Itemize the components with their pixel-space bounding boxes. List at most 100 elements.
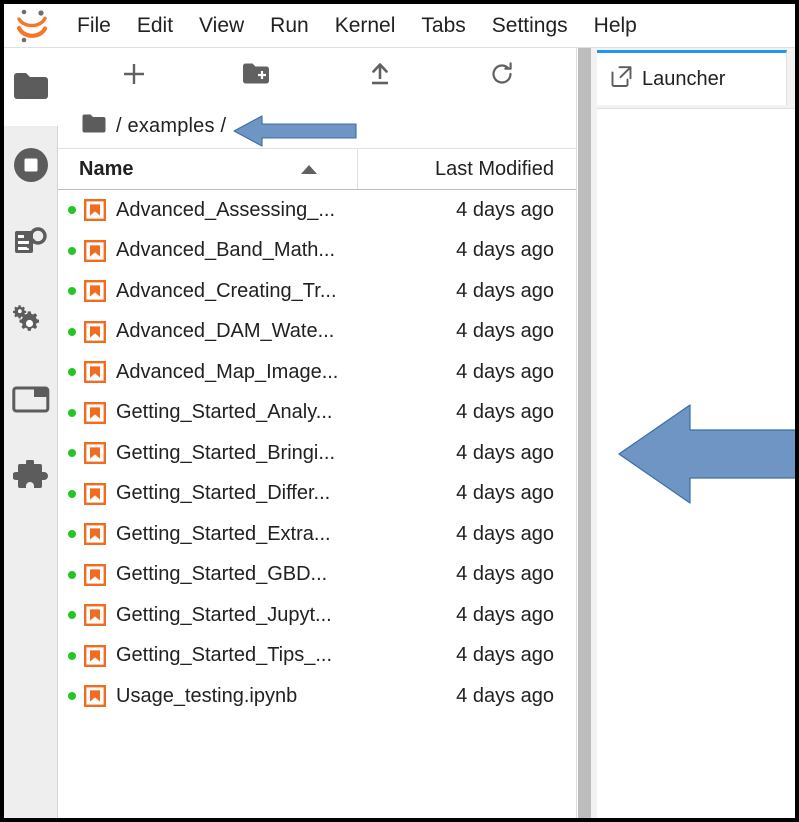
file-last-modified: 4 days ago [456,522,554,545]
kernel-running-dot [68,611,76,620]
file-last-modified: 4 days ago [456,320,554,343]
column-header-last-modified-label: Last Modified [435,157,554,180]
file-name: Getting_Started_Bringi... [116,441,336,464]
refresh-icon [489,61,515,92]
kernel-running-dot [68,449,76,458]
main-dock-area: Launcher [591,48,795,818]
breadcrumb-path[interactable]: / examples / [116,115,226,138]
file-list-item[interactable]: Getting_Started_Differ... 4 days ago [58,474,576,515]
sidebar-item-property-inspector[interactable] [4,282,58,360]
notebook-icon [84,563,107,586]
file-name: Getting_Started_Extra... [116,522,331,545]
file-list-item[interactable]: Getting_Started_GBD... 4 days ago [58,555,576,596]
file-last-modified: 4 days ago [456,441,554,464]
menu-item-kernel[interactable]: Kernel [322,11,409,40]
file-name: Getting_Started_GBD... [116,563,328,586]
notebook-icon [84,401,107,424]
notebook-icon [84,199,107,222]
kernel-running-dot [68,692,76,701]
folder-icon[interactable] [82,114,106,138]
notebook-icon [84,604,107,627]
jupyterlab-window: File Edit View Run Kernel Tabs Settings … [4,4,795,818]
file-last-modified: 4 days ago [456,644,554,667]
puzzle-icon [13,460,49,494]
sidebar-item-running-sessions[interactable] [4,126,58,204]
file-last-modified: 4 days ago [456,684,554,707]
menu-bar: File Edit View Run Kernel Tabs Settings … [4,4,795,48]
menu-item-settings[interactable]: Settings [479,11,581,40]
menu-item-edit[interactable]: Edit [124,11,186,40]
notebook-icon [84,644,107,667]
column-header-name[interactable]: Name [58,149,358,189]
file-list-item[interactable]: Advanced_Map_Image... 4 days ago [58,352,576,393]
search-code-icon [13,226,49,260]
kernel-running-dot [68,489,76,498]
sidebar-item-file-browser[interactable] [4,48,58,126]
sidebar-item-extension-manager[interactable] [4,438,58,516]
file-list-item[interactable]: Getting_Started_Extra... 4 days ago [58,514,576,555]
menu-item-tabs[interactable]: Tabs [408,11,478,40]
file-name: Getting_Started_Analy... [116,401,333,424]
tab-launcher[interactable]: Launcher [597,50,787,105]
sidebar-item-open-tabs[interactable] [4,360,58,438]
kernel-running-dot [68,327,76,336]
plus-icon [121,61,147,92]
kernel-running-dot [68,246,76,255]
file-list-item[interactable]: Advanced_Band_Math... 4 days ago [58,231,576,272]
panel-splitter[interactable] [578,48,591,818]
dock-tab-bar: Launcher [591,48,795,105]
upload-files-button[interactable] [330,56,430,96]
menu-items-container: File Edit View Run Kernel Tabs Settings … [64,4,650,48]
file-last-modified: 4 days ago [456,603,554,626]
menu-item-run[interactable]: Run [257,11,322,40]
stop-circle-icon [12,146,50,184]
file-list-item[interactable]: Advanced_DAM_Wate... 4 days ago [58,312,576,353]
kernel-running-dot [68,530,76,539]
column-header-last-modified[interactable]: Last Modified [358,149,576,189]
sort-ascending-icon [301,164,317,174]
menu-item-help[interactable]: Help [581,11,650,40]
launcher-content-area [597,108,795,818]
file-browser-toolbar [58,48,576,104]
new-folder-button[interactable] [206,56,306,96]
new-folder-icon [242,62,270,91]
tab-launcher-label: Launcher [642,67,726,90]
file-name: Advanced_Map_Image... [116,360,339,383]
file-list-item[interactable]: Getting_Started_Analy... 4 days ago [58,393,576,434]
file-name: Advanced_Band_Math... [116,239,336,262]
sidebar-icon-rail [4,48,58,818]
notebook-icon [84,361,107,384]
gears-icon [13,304,49,338]
launcher-icon [611,66,632,92]
file-list-item[interactable]: Advanced_Assessing_... 4 days ago [58,190,576,231]
kernel-running-dot [68,570,76,579]
kernel-running-dot [68,206,76,215]
new-launcher-button[interactable] [84,56,184,96]
file-last-modified: 4 days ago [456,482,554,505]
column-header-name-label: Name [79,157,134,180]
notebook-icon [84,523,107,546]
menu-item-file[interactable]: File [64,11,124,40]
notebook-icon [84,280,107,303]
menu-item-view[interactable]: View [186,11,257,40]
notebook-icon [84,442,107,465]
refresh-button[interactable] [452,56,552,96]
kernel-running-dot [68,651,76,660]
file-list-item[interactable]: Getting_Started_Bringi... 4 days ago [58,433,576,474]
file-list-item[interactable]: Advanced_Creating_Tr... 4 days ago [58,271,576,312]
file-last-modified: 4 days ago [456,563,554,586]
folder-icon [13,72,49,102]
file-list-item[interactable]: Getting_Started_Jupyt... 4 days ago [58,595,576,636]
kernel-running-dot [68,287,76,296]
file-list-item[interactable]: Usage_testing.ipynb 4 days ago [58,676,576,717]
file-name: Usage_testing.ipynb [116,684,298,707]
sidebar-item-table-of-contents[interactable] [4,204,58,282]
file-list-item[interactable]: Getting_Started_Tips_... 4 days ago [58,636,576,677]
file-last-modified: 4 days ago [456,401,554,424]
window-icon [12,384,50,414]
file-name: Getting_Started_Jupyt... [116,603,332,626]
file-last-modified: 4 days ago [456,279,554,302]
file-name: Getting_Started_Differ... [116,482,331,505]
kernel-running-dot [68,408,76,417]
breadcrumb[interactable]: / examples / [58,104,576,148]
